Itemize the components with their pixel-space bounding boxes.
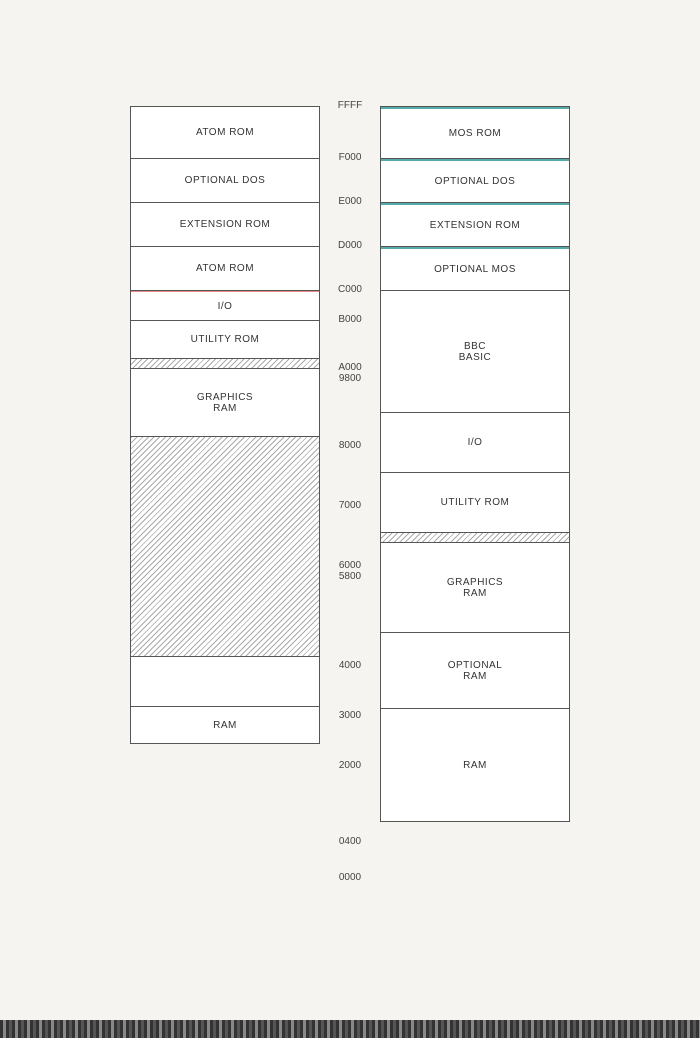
atom-block-7: GRAPHICS RAM: [131, 369, 319, 437]
bbc-block-2: EXTENSION ROM: [381, 203, 569, 247]
address-label-7: 8000: [320, 440, 380, 451]
bbc-block-8: GRAPHICS RAM: [381, 543, 569, 633]
bbc-column-wrapper: MOS ROMOPTIONAL DOSEXTENSION ROMOPTIONAL…: [380, 100, 570, 900]
bbc-block-6: UTILITY ROM: [381, 473, 569, 533]
address-label-12: 2000: [320, 760, 380, 771]
bbc-block-0: MOS ROM: [381, 107, 569, 159]
atom-column-wrapper: ATOM ROMOPTIONAL DOSEXTENSION ROMATOM RO…: [130, 100, 320, 900]
atom-block-9: [131, 657, 319, 707]
bbc-block-4: BBC BASIC: [381, 291, 569, 413]
address-label-3: D000: [320, 240, 380, 251]
atom-memory-column: ATOM ROMOPTIONAL DOSEXTENSION ROMATOM RO…: [130, 106, 320, 744]
address-label-8: 7000: [320, 500, 380, 511]
atom-block-3: ATOM ROM: [131, 247, 319, 291]
address-label-4: C000: [320, 284, 380, 295]
address-label-5: B000: [320, 314, 380, 325]
diagram-container: ATOM ROMOPTIONAL DOSEXTENSION ROMATOM RO…: [0, 100, 700, 900]
atom-block-2: EXTENSION ROM: [131, 203, 319, 247]
address-label-9: 6000 5800: [320, 560, 380, 582]
atom-block-5: UTILITY ROM: [131, 321, 319, 359]
bbc-block-7: [381, 533, 569, 543]
address-label-6: A000 9800: [320, 362, 380, 384]
address-label-10: 4000: [320, 660, 380, 671]
bbc-block-9: OPTIONAL RAM: [381, 633, 569, 709]
atom-block-0: ATOM ROM: [131, 107, 319, 159]
atom-block-4: I/O: [131, 291, 319, 321]
bbc-block-1: OPTIONAL DOS: [381, 159, 569, 203]
address-label-11: 3000: [320, 710, 380, 721]
address-label-14: 0000: [320, 872, 380, 883]
address-column: FFFF F000 E000 D000 C000 B000 A000 9800 8000 700…: [320, 100, 380, 900]
address-label-13: 0400: [320, 836, 380, 847]
bbc-memory-column: MOS ROMOPTIONAL DOSEXTENSION ROMOPTIONAL…: [380, 106, 570, 822]
bbc-block-5: I/O: [381, 413, 569, 473]
bbc-block-10: RAM: [381, 709, 569, 821]
atom-block-8: [131, 437, 319, 657]
bbc-block-3: OPTIONAL MOS: [381, 247, 569, 291]
atom-block-10: RAM: [131, 707, 319, 743]
atom-block-1: OPTIONAL DOS: [131, 159, 319, 203]
address-label-2: E000: [320, 196, 380, 207]
bottom-bar: [0, 1020, 700, 1038]
address-label-0: FFFF: [320, 100, 380, 111]
atom-block-6: [131, 359, 319, 369]
address-label-1: F000: [320, 152, 380, 163]
